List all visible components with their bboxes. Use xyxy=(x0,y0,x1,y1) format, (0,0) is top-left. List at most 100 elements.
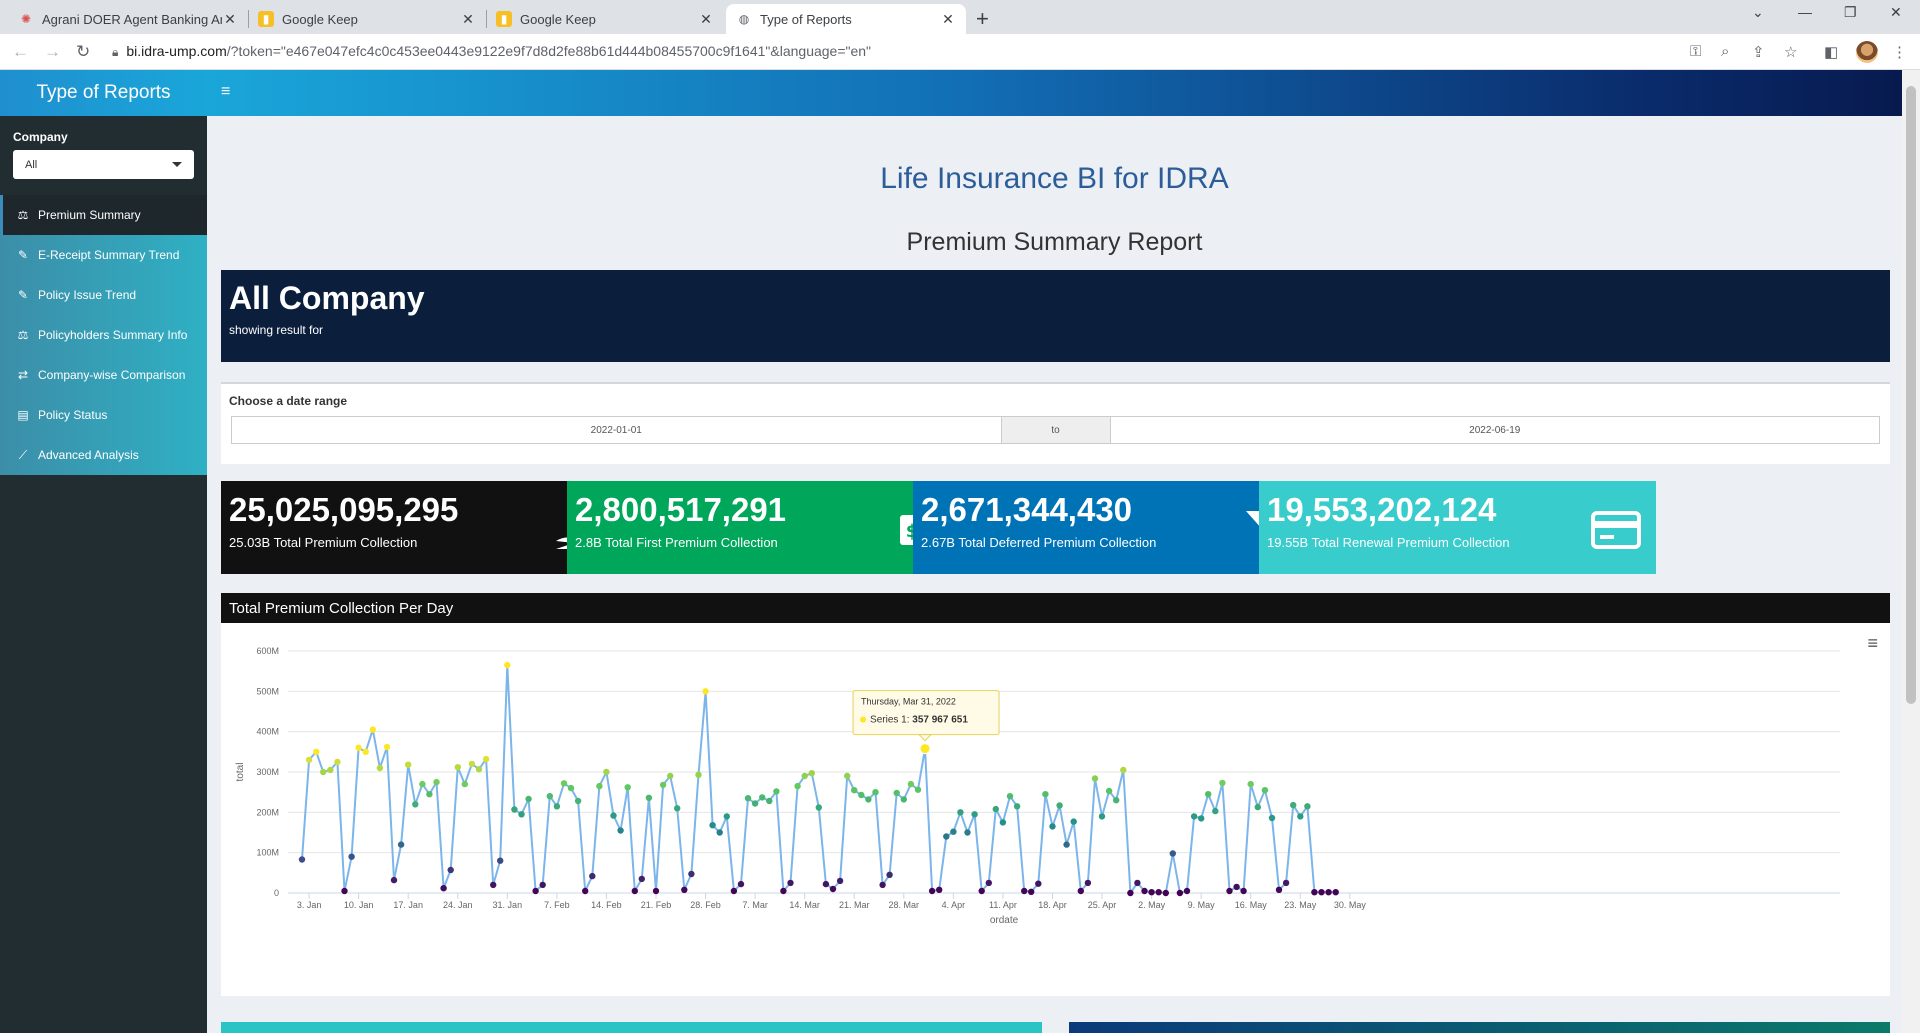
share-icon[interactable]: ⇪ xyxy=(1752,43,1765,61)
address-bar[interactable]: 🔒︎ bi.idra-ump.com/?token="e467e047efc4c0… xyxy=(112,43,871,60)
browser-tab-1[interactable]: ✺ Agrani DOER Agent Banking Ana ✕ xyxy=(8,4,248,34)
credit-card-icon xyxy=(1591,511,1641,549)
data-point xyxy=(1183,887,1191,895)
data-point xyxy=(992,805,999,813)
company-select-value: All xyxy=(25,158,38,171)
profile-avatar[interactable] xyxy=(1856,41,1878,63)
data-point xyxy=(886,871,893,878)
data-point xyxy=(844,772,851,780)
browser-tab-3[interactable]: ▮ Google Keep ✕ xyxy=(486,4,724,34)
data-point xyxy=(928,887,936,895)
zoom-icon[interactable]: ⌕ xyxy=(1721,43,1729,60)
bookmark-star-icon[interactable]: ☆ xyxy=(1784,43,1797,61)
renewal-premium-box: 19,553,202,124 19.55B Total Renewal Prem… xyxy=(1259,481,1656,574)
url-host: bi.idra-ump.com xyxy=(126,43,227,59)
banner-title: All Company xyxy=(229,280,425,316)
forward-icon[interactable]: → xyxy=(44,42,61,62)
banner-subtitle: showing result for xyxy=(229,323,324,337)
data-point xyxy=(865,796,872,803)
data-point xyxy=(667,772,674,780)
data-point xyxy=(836,877,844,885)
close-icon[interactable]: ✕ xyxy=(222,11,238,28)
scrollbar-thumb[interactable] xyxy=(1906,86,1916,704)
keep-icon: ▮ xyxy=(496,11,512,27)
globe-icon: ◍ xyxy=(738,12,750,26)
y-tick-label: 0 xyxy=(274,888,279,898)
sidebar-item-company-wise-comparison[interactable]: ⇄ Company-wise Comparison xyxy=(0,355,207,395)
data-point xyxy=(532,887,539,895)
x-tick-label: 9. May xyxy=(1188,900,1216,910)
data-point xyxy=(858,791,865,799)
data-point xyxy=(822,880,830,888)
data-point xyxy=(794,782,801,790)
sidebar-item-policy-status[interactable]: ▤ Policy Status xyxy=(0,395,207,435)
y-tick-label: 200M xyxy=(256,807,279,817)
total-premium-box: 25,025,095,295 25.03B Total Premium Coll… xyxy=(221,481,618,574)
data-point xyxy=(390,876,398,884)
hovered-point xyxy=(919,743,931,755)
tab-search-icon[interactable]: ⌄ xyxy=(1752,4,1764,21)
data-point xyxy=(1028,888,1035,895)
data-point xyxy=(320,768,327,776)
sidebar-item-label: Policy Issue Trend xyxy=(38,288,137,302)
data-point xyxy=(603,768,610,776)
data-point xyxy=(1190,813,1198,820)
key-icon[interactable]: ⚿ xyxy=(1690,43,1701,60)
company-select[interactable]: All xyxy=(13,150,194,179)
data-point xyxy=(1205,791,1212,798)
browser-tab-2[interactable]: ▮ Google Keep ✕ xyxy=(248,4,486,34)
reload-icon[interactable]: ↻ xyxy=(76,42,90,62)
end-date-input[interactable]: 2022-06-19 xyxy=(1111,417,1880,443)
data-point xyxy=(426,791,433,798)
data-point xyxy=(1148,889,1155,896)
data-point xyxy=(518,811,525,818)
data-point xyxy=(490,881,497,889)
data-point xyxy=(985,879,992,887)
data-point xyxy=(419,780,426,788)
data-point xyxy=(1226,887,1233,895)
page-scrollbar[interactable] xyxy=(1902,70,1920,1033)
sidebar-item-e-receipt-summary-trend[interactable]: ✎ E-Receipt Summary Trend xyxy=(0,235,207,275)
close-window-button[interactable]: ✕ xyxy=(1890,4,1902,21)
close-icon[interactable]: ✕ xyxy=(940,11,956,28)
data-point xyxy=(298,856,306,863)
data-point xyxy=(1304,803,1311,810)
data-point xyxy=(964,829,971,836)
close-icon[interactable]: ✕ xyxy=(460,11,476,28)
data-point xyxy=(1275,886,1283,893)
date-range-label: Choose a date range xyxy=(229,394,348,408)
data-point xyxy=(730,887,738,895)
data-point xyxy=(525,795,532,803)
data-point xyxy=(759,794,766,801)
data-point xyxy=(624,784,631,791)
side-panel-icon[interactable]: ◧ xyxy=(1824,43,1838,61)
back-icon[interactable]: ← xyxy=(12,42,29,62)
browser-tab-active[interactable]: ◍ Type of Reports ✕ xyxy=(726,4,966,34)
sidebar-item-premium-summary[interactable]: ⚖ Premium Summary xyxy=(0,195,207,235)
data-point xyxy=(433,778,440,786)
data-point xyxy=(1077,887,1084,895)
data-point xyxy=(1006,793,1014,800)
minimize-button[interactable]: — xyxy=(1798,4,1812,20)
x-tick-label: 17. Jan xyxy=(393,900,423,910)
start-date-input[interactable]: 2022-01-01 xyxy=(232,417,1001,443)
keep-icon: ▮ xyxy=(258,11,274,27)
data-point xyxy=(681,886,688,893)
hamburger-menu-icon[interactable]: ≡ xyxy=(221,83,230,101)
data-point xyxy=(567,784,575,792)
kebab-menu-icon[interactable]: ⋮ xyxy=(1892,43,1907,61)
sidebar-item-advanced-analysis[interactable]: ⟋ Advanced Analysis xyxy=(0,435,207,475)
data-point xyxy=(305,756,313,764)
close-icon[interactable]: ✕ xyxy=(698,11,714,28)
data-point xyxy=(497,857,504,864)
sidebar-item-policyholders-summary-info[interactable]: ⚖ Policyholders Summary Info xyxy=(0,315,207,355)
pen-icon: ✎ xyxy=(17,288,29,302)
data-point xyxy=(1261,787,1269,794)
restore-button[interactable]: ❐ xyxy=(1844,4,1857,21)
data-point xyxy=(801,772,808,780)
date-range-panel: Choose a date range 2022-01-01 to 2022-0… xyxy=(221,382,1890,464)
sidebar-item-policy-issue-trend[interactable]: ✎ Policy Issue Trend xyxy=(0,275,207,315)
data-point xyxy=(709,822,716,829)
data-point xyxy=(688,870,695,878)
new-tab-button[interactable]: + xyxy=(976,6,989,32)
